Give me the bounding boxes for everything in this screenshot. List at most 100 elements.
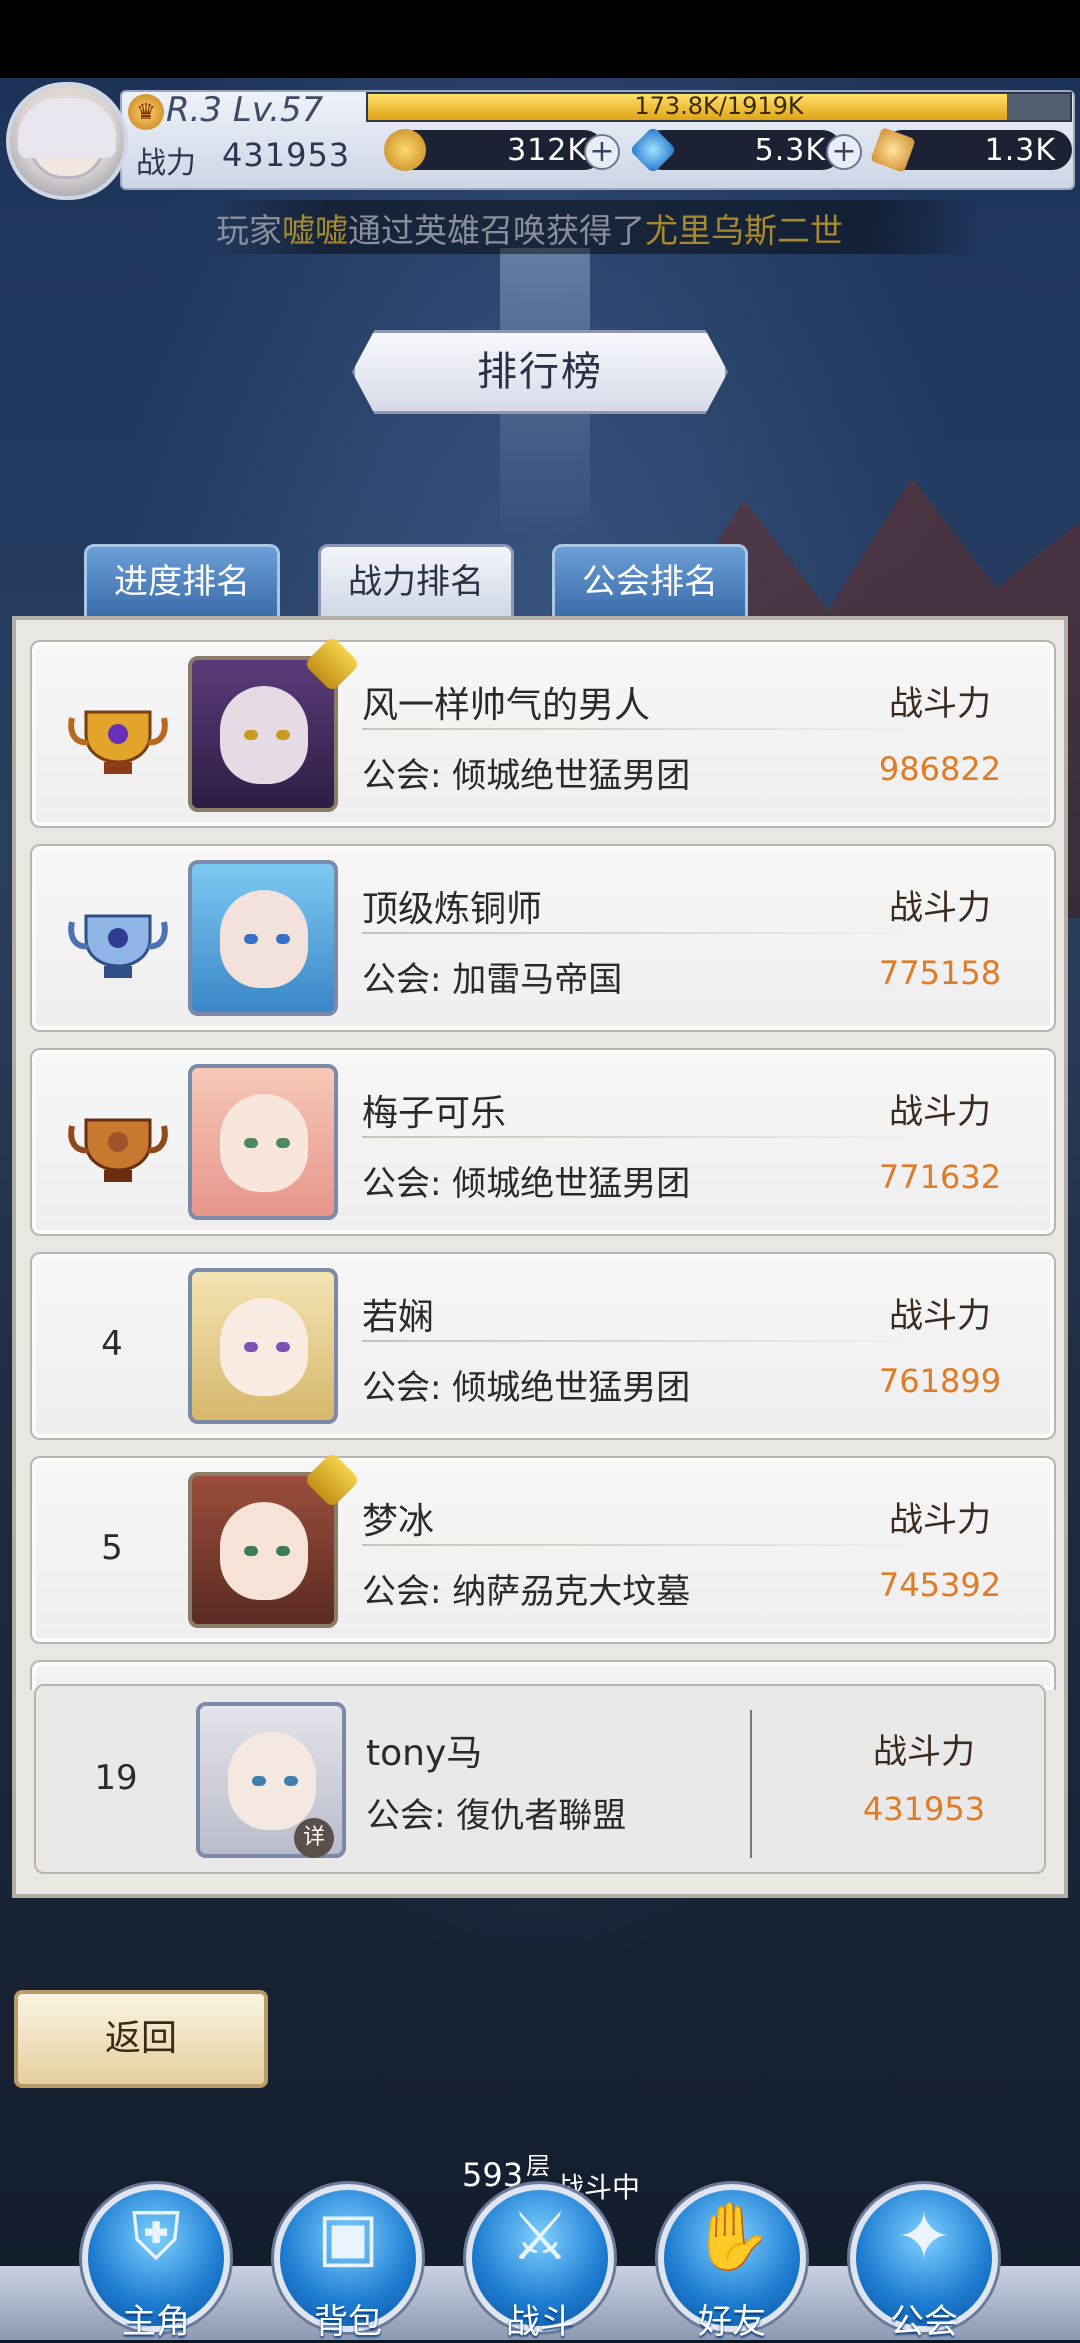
player-name: 风一样帅气的男人 — [362, 685, 651, 726]
row-divider — [362, 1544, 922, 1546]
row-divider — [362, 932, 922, 934]
power-value: 775158 — [878, 954, 1002, 992]
player-portrait[interactable] — [188, 1472, 338, 1628]
portrait-face — [220, 1502, 308, 1600]
crossed-swords-icon: ⚔ — [510, 2198, 570, 2275]
rank-number: 5 — [101, 1528, 123, 1568]
announcement-player: 嘘嘘 — [282, 211, 348, 250]
status-bar — [0, 0, 1080, 78]
player-portrait[interactable] — [188, 1064, 338, 1220]
power-value: 761899 — [878, 1362, 1002, 1400]
player-guild: 公会: 倾城绝世猛男团 — [362, 1164, 691, 1204]
portrait-face — [220, 1298, 308, 1396]
diamond-counter: 5.3K — [629, 126, 850, 174]
player-portrait[interactable] — [188, 860, 338, 1016]
portrait-face — [220, 890, 308, 988]
gold-trophy-icon — [68, 710, 168, 774]
power-value: 986822 — [878, 750, 1002, 788]
bottom-nav: ⛨ 主角 ▣ 背包 ⚔ 战斗 ✋ 好友 ✦ 公会 — [0, 2180, 1080, 2342]
announcement-text: 玩家嘘嘘通过英雄召唤获得了尤里乌斯二世 — [216, 204, 843, 252]
ranking-row[interactable]: 顶级炼铜师 公会: 加雷马帝国 战斗力 775158 — [30, 844, 1056, 1032]
floor-unit: 层 — [526, 2152, 550, 2180]
exp-bar: 173.8K/1919K — [366, 92, 1072, 122]
tab-power-rank[interactable]: 战力排名 — [318, 544, 514, 620]
nav-friends[interactable]: ✋ 好友 — [652, 2180, 812, 2342]
add-gold-button[interactable]: + — [584, 134, 620, 170]
power-label: 战力 — [136, 146, 196, 181]
portrait-face — [220, 1094, 308, 1192]
nav-label: 公会 — [890, 2302, 958, 2342]
tab-progress-rank[interactable]: 进度排名 — [84, 544, 280, 620]
ranking-row[interactable]: 风一样帅气的男人 公会: 倾城绝世猛男团 战斗力 986822 — [30, 635, 1056, 828]
portrait-eye — [244, 1342, 258, 1352]
nav-guild[interactable]: ✦ 公会 — [844, 2180, 1004, 2342]
detail-badge[interactable]: 详 — [294, 1818, 334, 1858]
power-header: 战斗力 — [889, 1500, 991, 1540]
announcement-prefix: 玩家 — [216, 211, 282, 250]
player-guild: 公会: 纳萨刕克大坟墓 — [362, 1572, 691, 1612]
page-title: 排行榜 — [477, 349, 603, 395]
portrait-face — [220, 686, 308, 784]
player-name: 梅子可乐 — [362, 1093, 507, 1134]
portrait-eye — [276, 1546, 290, 1556]
tab-guild-rank[interactable]: 公会排名 — [552, 544, 748, 620]
add-diamond-button[interactable]: + — [826, 134, 862, 170]
portrait-eye — [244, 934, 258, 944]
player-guild: 公会: 倾城绝世猛男团 — [362, 756, 691, 796]
power-value: 745392 — [878, 1566, 1002, 1604]
player-name: 梦冰 — [362, 1501, 435, 1542]
exp-text: 173.8K/1919K — [634, 92, 804, 120]
portrait-eye — [244, 730, 258, 740]
bronze-trophy-icon — [68, 1118, 168, 1182]
power-header: 战斗力 — [889, 1296, 991, 1336]
my-name: tony马 — [366, 1733, 483, 1774]
player-name: 顶级炼铜师 — [362, 889, 543, 930]
power-header: 战斗力 — [889, 1092, 991, 1132]
nav-label: 战斗 — [506, 2302, 574, 2342]
announcement-middle: 通过英雄召唤获得了 — [348, 211, 645, 250]
row-divider — [362, 1340, 922, 1342]
hero-helmet-icon: ⛨ — [131, 2198, 181, 2275]
portrait-eye — [284, 1776, 298, 1786]
power-value: 771632 — [878, 1158, 1002, 1196]
power-header: 战斗力 — [889, 888, 991, 928]
my-power-value: 431953 — [862, 1790, 986, 1828]
nav-label: 背包 — [314, 2302, 382, 2342]
ranking-row[interactable]: 梅子可乐 公会: 倾城绝世猛男团 战斗力 771632 — [30, 1048, 1056, 1236]
nav-backpack[interactable]: ▣ 背包 — [268, 2180, 428, 2342]
ticket-counter: 1.3K — [870, 127, 1072, 174]
player-guild: 公会: 倾城绝世猛男团 — [362, 1368, 691, 1408]
gold-coin-icon — [384, 129, 426, 171]
nav-label: 主角 — [122, 2302, 190, 2342]
row-divider — [362, 1136, 922, 1138]
power-header: 战斗力 — [889, 684, 991, 724]
nav-hero[interactable]: ⛨ 主角 — [76, 2180, 236, 2342]
power-header: 战斗力 — [873, 1732, 975, 1772]
avatar-face — [18, 98, 116, 179]
portrait-eye — [276, 1138, 290, 1148]
my-guild: 公会: 復仇者聯盟 — [366, 1796, 627, 1836]
ranking-row[interactable]: 4 若娴 公会: 倾城绝世猛男团 战斗力 761899 — [30, 1252, 1056, 1440]
power-value: 431953 — [222, 136, 351, 174]
rank-number: 4 — [101, 1324, 123, 1364]
announcement-hero: 尤里乌斯二世 — [645, 211, 843, 250]
row-divider — [362, 728, 922, 730]
avatar-hair — [18, 98, 116, 158]
backpack-icon: ▣ — [316, 2198, 380, 2275]
player-portrait[interactable] — [188, 1268, 338, 1424]
my-ranking-row[interactable]: 19 详 tony马 公会: 復仇者聯盟 战斗力 431953 — [34, 1684, 1046, 1874]
portrait-eye — [276, 934, 290, 944]
portrait-eye — [276, 730, 290, 740]
handshake-icon: ✋ — [690, 2198, 774, 2275]
nav-battle[interactable]: ⚔ 战斗 — [460, 2180, 620, 2342]
portrait-face — [228, 1732, 316, 1830]
player-portrait[interactable] — [188, 656, 338, 812]
player-guild: 公会: 加雷马帝国 — [362, 960, 623, 1000]
my-rank-number: 19 — [94, 1758, 138, 1798]
silver-trophy-icon — [68, 914, 168, 978]
player-avatar[interactable] — [6, 82, 128, 200]
gold-counter: 312K — [384, 129, 614, 174]
back-button[interactable]: 返回 — [14, 1990, 268, 2088]
ranking-row[interactable]: 5 梦冰 公会: 纳萨刕克大坟墓 战斗力 745392 — [30, 1451, 1056, 1644]
player-name: 若娴 — [362, 1297, 435, 1338]
